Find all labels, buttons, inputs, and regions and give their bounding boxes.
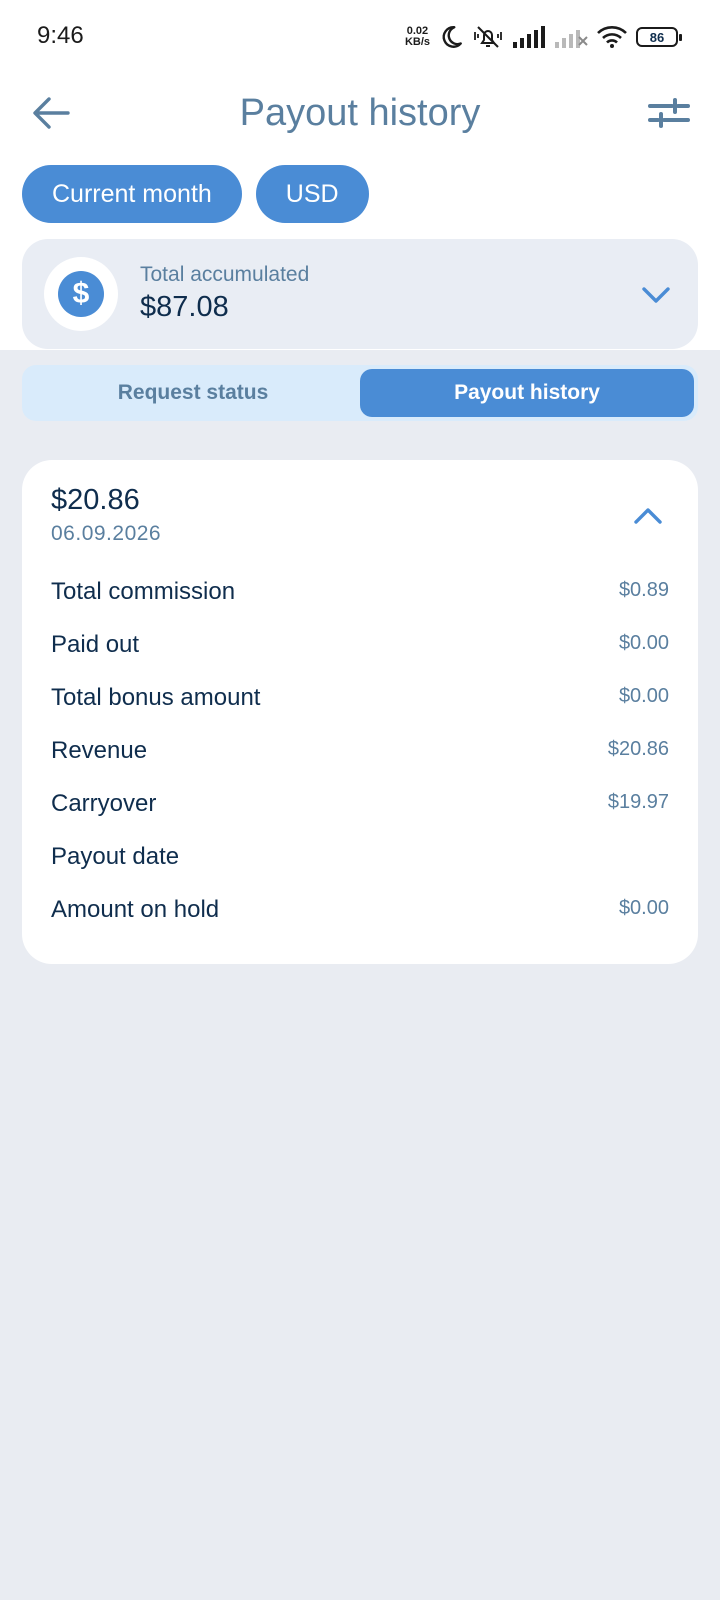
sliders-icon (648, 98, 690, 128)
status-icons: 0.02 KB/s 86 (405, 20, 682, 54)
segmented-tabs: Request status Payout history (22, 365, 698, 421)
filter-chips: Current month USD (22, 165, 369, 223)
chip-period[interactable]: Current month (22, 165, 242, 223)
filter-button[interactable] (644, 90, 694, 136)
network-speed: 0.02 KB/s (405, 26, 430, 48)
detail-row-payout-date: Payout date (51, 843, 669, 896)
row-label: Total bonus amount (51, 684, 261, 711)
detail-row-amount-on-hold: Amount on hold $0.00 (51, 896, 669, 949)
page-title: Payout history (239, 92, 481, 134)
detail-row-total-bonus: Total bonus amount $0.00 (51, 684, 669, 737)
tab-request-status[interactable]: Request status (26, 369, 360, 417)
detail-row-paid-out: Paid out $0.00 (51, 631, 669, 684)
collapse-button[interactable] (628, 496, 668, 536)
status-time: 9:46 (37, 22, 84, 49)
payout-date: 06.09.2026 (51, 522, 162, 545)
payout-amount: $20.86 (51, 484, 140, 516)
row-label: Revenue (51, 737, 148, 764)
dollar-icon: $ (58, 271, 104, 317)
summary-label: Total accumulated (140, 263, 310, 286)
row-label: Carryover (51, 790, 157, 817)
detail-row-revenue: Revenue $20.86 (51, 737, 669, 790)
expand-button[interactable] (636, 275, 676, 315)
row-label: Paid out (51, 631, 140, 658)
row-label: Amount on hold (51, 896, 220, 923)
summary-value: $87.08 (140, 291, 229, 323)
total-accumulated-card[interactable]: $ Total accumulated $87.08 (22, 239, 698, 349)
status-bar: 9:46 0.02 KB/s 86 (0, 0, 720, 72)
payout-card: $20.86 06.09.2026 Total commission $0.89… (22, 460, 698, 964)
row-value: $0.00 (618, 632, 669, 654)
chip-currency[interactable]: USD (255, 165, 369, 223)
tab-payout-history[interactable]: Payout history (360, 369, 694, 417)
row-label: Payout date (51, 843, 180, 870)
header: Payout history (0, 80, 720, 150)
row-value: $0.89 (618, 579, 669, 601)
payout-details: Total commission $0.89 Paid out $0.00 To… (51, 578, 669, 949)
row-value: $0.00 (618, 897, 669, 919)
signal-icon (513, 26, 545, 48)
chevron-down-icon (642, 287, 670, 303)
muted-bell-icon (474, 26, 502, 48)
summary-avatar: $ (44, 257, 118, 331)
network-speed-unit: KB/s (404, 36, 430, 48)
row-label: Total commission (51, 578, 236, 605)
row-value: $20.86 (607, 738, 669, 760)
row-value: $0.00 (618, 685, 669, 707)
moon-icon (442, 26, 462, 48)
content-area: $20.86 06.09.2026 Total commission $0.89… (0, 438, 720, 1600)
wifi-icon (597, 26, 627, 48)
detail-row-carryover: Carryover $19.97 (51, 790, 669, 843)
row-value: $19.97 (607, 791, 669, 813)
signal-no-service-icon (555, 30, 588, 48)
detail-row-total-commission: Total commission $0.89 (51, 578, 669, 631)
battery-indicator: 86 (636, 27, 682, 47)
chevron-up-icon (634, 508, 662, 524)
